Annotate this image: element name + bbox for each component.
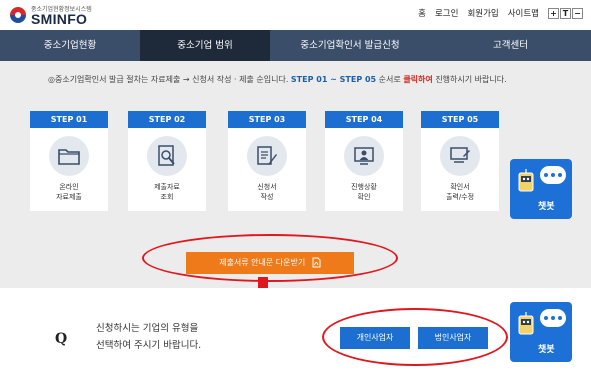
highlight-ellipse-download xyxy=(142,234,398,282)
question-text: 신청하시는 기업의 유형을 선택하여 주시기 바랍니다. xyxy=(96,320,201,354)
step-01-label: 온라인 자료제출 xyxy=(30,182,108,202)
logo-name: SMINFO xyxy=(31,11,88,27)
font-increase-button[interactable]: + xyxy=(548,7,559,19)
font-decrease-button[interactable]: − xyxy=(572,7,583,19)
step-04-card[interactable]: STEP 04 진행상황 확인 xyxy=(325,111,403,211)
chat-dots xyxy=(544,173,562,177)
chatbot-label: 챗봇 xyxy=(538,202,555,212)
form-edit-icon xyxy=(257,146,277,165)
step-05-card[interactable]: STEP 05 확인서 출력/수정 xyxy=(421,111,499,211)
main-navigation: 중소기업현황 중소기업 범위 중소기업확인서 발급신청 고객센터 xyxy=(0,30,591,61)
question-line1: 신청하시는 기업의 유형을 xyxy=(96,323,199,334)
step-04-label-line1: 진행상황 xyxy=(351,183,377,191)
step-03-icon-circle xyxy=(247,136,287,176)
nav-item-company-status[interactable]: 중소기업현황 xyxy=(0,30,140,61)
step-04-icon-circle xyxy=(344,136,384,176)
notice-prefix: ◎중소기업확인서 발급 절차는 자료제출 → 신청서 작성 · 제출 순입니다. xyxy=(48,75,289,84)
utility-links: 홈 로그인 회원가입 사이트맵 + T − xyxy=(418,7,583,19)
step-04-header: STEP 04 xyxy=(325,111,403,128)
step-01-label-line2: 자료제출 xyxy=(56,193,82,201)
step-02-card[interactable]: STEP 02 제출자료 조회 xyxy=(128,111,206,211)
step-01-header: STEP 01 xyxy=(30,111,108,128)
highlight-ellipse-type-buttons xyxy=(322,308,508,366)
home-link[interactable]: 홈 xyxy=(418,7,426,19)
monitor-user-icon xyxy=(354,147,374,165)
step-05-label-line2: 출력/수정 xyxy=(445,193,475,201)
step-03-label: 신청서 작성 xyxy=(228,182,306,202)
font-reset-button[interactable]: T xyxy=(560,7,571,19)
step-05-label: 확인서 출력/수정 xyxy=(421,182,499,202)
chatbot-label: 챗봇 xyxy=(538,345,555,355)
chatbot-button-bottom[interactable]: 챗봇 xyxy=(510,302,572,362)
step-05-icon-circle xyxy=(440,136,480,176)
step-05-label-line1: 확인서 xyxy=(450,183,470,191)
login-link[interactable]: 로그인 xyxy=(435,7,458,19)
signup-link[interactable]: 회원가입 xyxy=(467,7,498,19)
step-02-icon-circle xyxy=(147,136,187,176)
question-line2: 선택하여 주시기 바랍니다. xyxy=(96,340,202,351)
step-02-label-line2: 조회 xyxy=(160,193,174,201)
pc-print-icon xyxy=(450,147,470,163)
procedure-notice: ◎중소기업확인서 발급 절차는 자료제출 → 신청서 작성 · 제출 순입니다.… xyxy=(48,74,507,85)
government-emblem-icon xyxy=(10,7,26,23)
step-01-label-line1: 온라인 xyxy=(59,183,79,191)
step-03-header: STEP 03 xyxy=(228,111,306,128)
sitemap-link[interactable]: 사이트맵 xyxy=(508,7,539,19)
chatbot-button[interactable]: 챗봇 xyxy=(510,159,572,219)
robot-icon xyxy=(518,312,534,335)
step-02-label-line1: 제출자료 xyxy=(154,183,180,191)
chat-dots xyxy=(544,316,562,320)
notice-highlight: 클릭하여 xyxy=(403,75,433,84)
font-size-controls: + T − xyxy=(548,7,583,19)
step-03-label-line2: 작성 xyxy=(260,193,274,201)
step-01-card[interactable]: STEP 01 온라인 자료제출 xyxy=(30,111,108,211)
nav-item-company-scope[interactable]: 중소기업 범위 xyxy=(140,30,270,61)
top-header: 중소기업현황정보시스템 SMINFO 홈 로그인 회원가입 사이트맵 + T − xyxy=(0,0,591,30)
question-mark-label: Q xyxy=(55,331,68,347)
step-02-label: 제출자료 조회 xyxy=(128,182,206,202)
notice-suffix: 진행하시기 바랍니다. xyxy=(435,75,507,84)
step-01-icon-circle xyxy=(49,136,89,176)
document-search-icon xyxy=(158,145,175,166)
notice-steps-range: STEP 01 ~ STEP 05 xyxy=(290,75,377,84)
robot-icon xyxy=(518,169,534,192)
sminfo-logo[interactable]: 중소기업현황정보시스템 SMINFO xyxy=(8,2,128,28)
step-03-label-line1: 신청서 xyxy=(257,183,277,191)
nav-item-customer-center[interactable]: 고객센터 xyxy=(430,30,591,61)
folder-icon xyxy=(58,149,80,165)
step-05-header: STEP 05 xyxy=(421,111,499,128)
step-03-card[interactable]: STEP 03 신청서 작성 xyxy=(228,111,306,211)
step-04-label-line2: 확인 xyxy=(357,193,371,201)
nav-item-certificate-application[interactable]: 중소기업확인서 발급신청 xyxy=(270,30,430,61)
step-04-label: 진행상황 확인 xyxy=(325,182,403,202)
notice-middle: 순서로 xyxy=(378,75,401,84)
step-02-header: STEP 02 xyxy=(128,111,206,128)
